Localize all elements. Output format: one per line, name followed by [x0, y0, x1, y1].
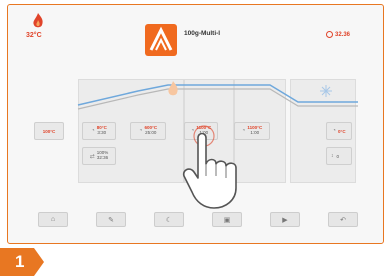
- long-cooling-label: 0: [336, 153, 340, 159]
- save-button[interactable]: ▣: [212, 212, 242, 227]
- play-button[interactable]: ▶: [270, 212, 300, 227]
- long-cooling-button[interactable]: ↕ 0: [326, 147, 352, 165]
- pointing-hand-icon: [182, 125, 237, 209]
- program-name: 100g-Multi-I: [184, 30, 221, 37]
- clock-display: 32.36: [326, 31, 350, 38]
- return-arrow-icon: ↶: [340, 216, 346, 224]
- standby-temp-button[interactable]: 100°C: [34, 122, 64, 140]
- vacuum-button[interactable]: ⇄ 100% 32:36: [82, 147, 116, 165]
- heat-rate-button[interactable]: ◔ 80°C 3:30: [82, 122, 116, 140]
- return-button[interactable]: ↶: [328, 212, 358, 227]
- clock-icon: [326, 31, 333, 38]
- furnace-temperature: 32°C: [26, 32, 42, 39]
- cooling-temp-button[interactable]: ◔ 0°C: [326, 122, 352, 140]
- save-icon: ▣: [223, 216, 231, 224]
- edit-button[interactable]: ✎: [96, 212, 126, 227]
- clock-time: 32.36: [335, 31, 351, 38]
- home-icon: ⌂: [50, 216, 56, 223]
- holding-time: 25:00: [145, 130, 157, 135]
- play-icon: ▶: [282, 216, 288, 224]
- vacuum-time: 32:36: [96, 155, 109, 160]
- moon-icon: ☾: [165, 216, 173, 224]
- step-badge: 1: [0, 248, 44, 276]
- flame-icon: [33, 13, 43, 28]
- standby-temp: 100°C: [42, 128, 56, 134]
- step-number: 1: [15, 252, 25, 271]
- home-button[interactable]: ⌂: [38, 212, 68, 227]
- vacuum-icon: ⇄: [89, 153, 95, 160]
- pencil-icon: ✎: [108, 216, 114, 224]
- heat-rate-time: 3:30: [97, 130, 107, 135]
- holding-temp-button[interactable]: ◔ 600°C 25:00: [130, 122, 166, 140]
- night-mode-button[interactable]: ☾: [154, 212, 184, 227]
- timer-icon: ◔: [91, 128, 95, 134]
- cooling-temp: 0°C: [338, 128, 346, 134]
- timer-icon: ◔: [332, 128, 337, 134]
- program-icon[interactable]: [145, 24, 177, 56]
- timer-icon: ◔: [138, 128, 143, 134]
- up-down-icon: ↕: [331, 153, 334, 159]
